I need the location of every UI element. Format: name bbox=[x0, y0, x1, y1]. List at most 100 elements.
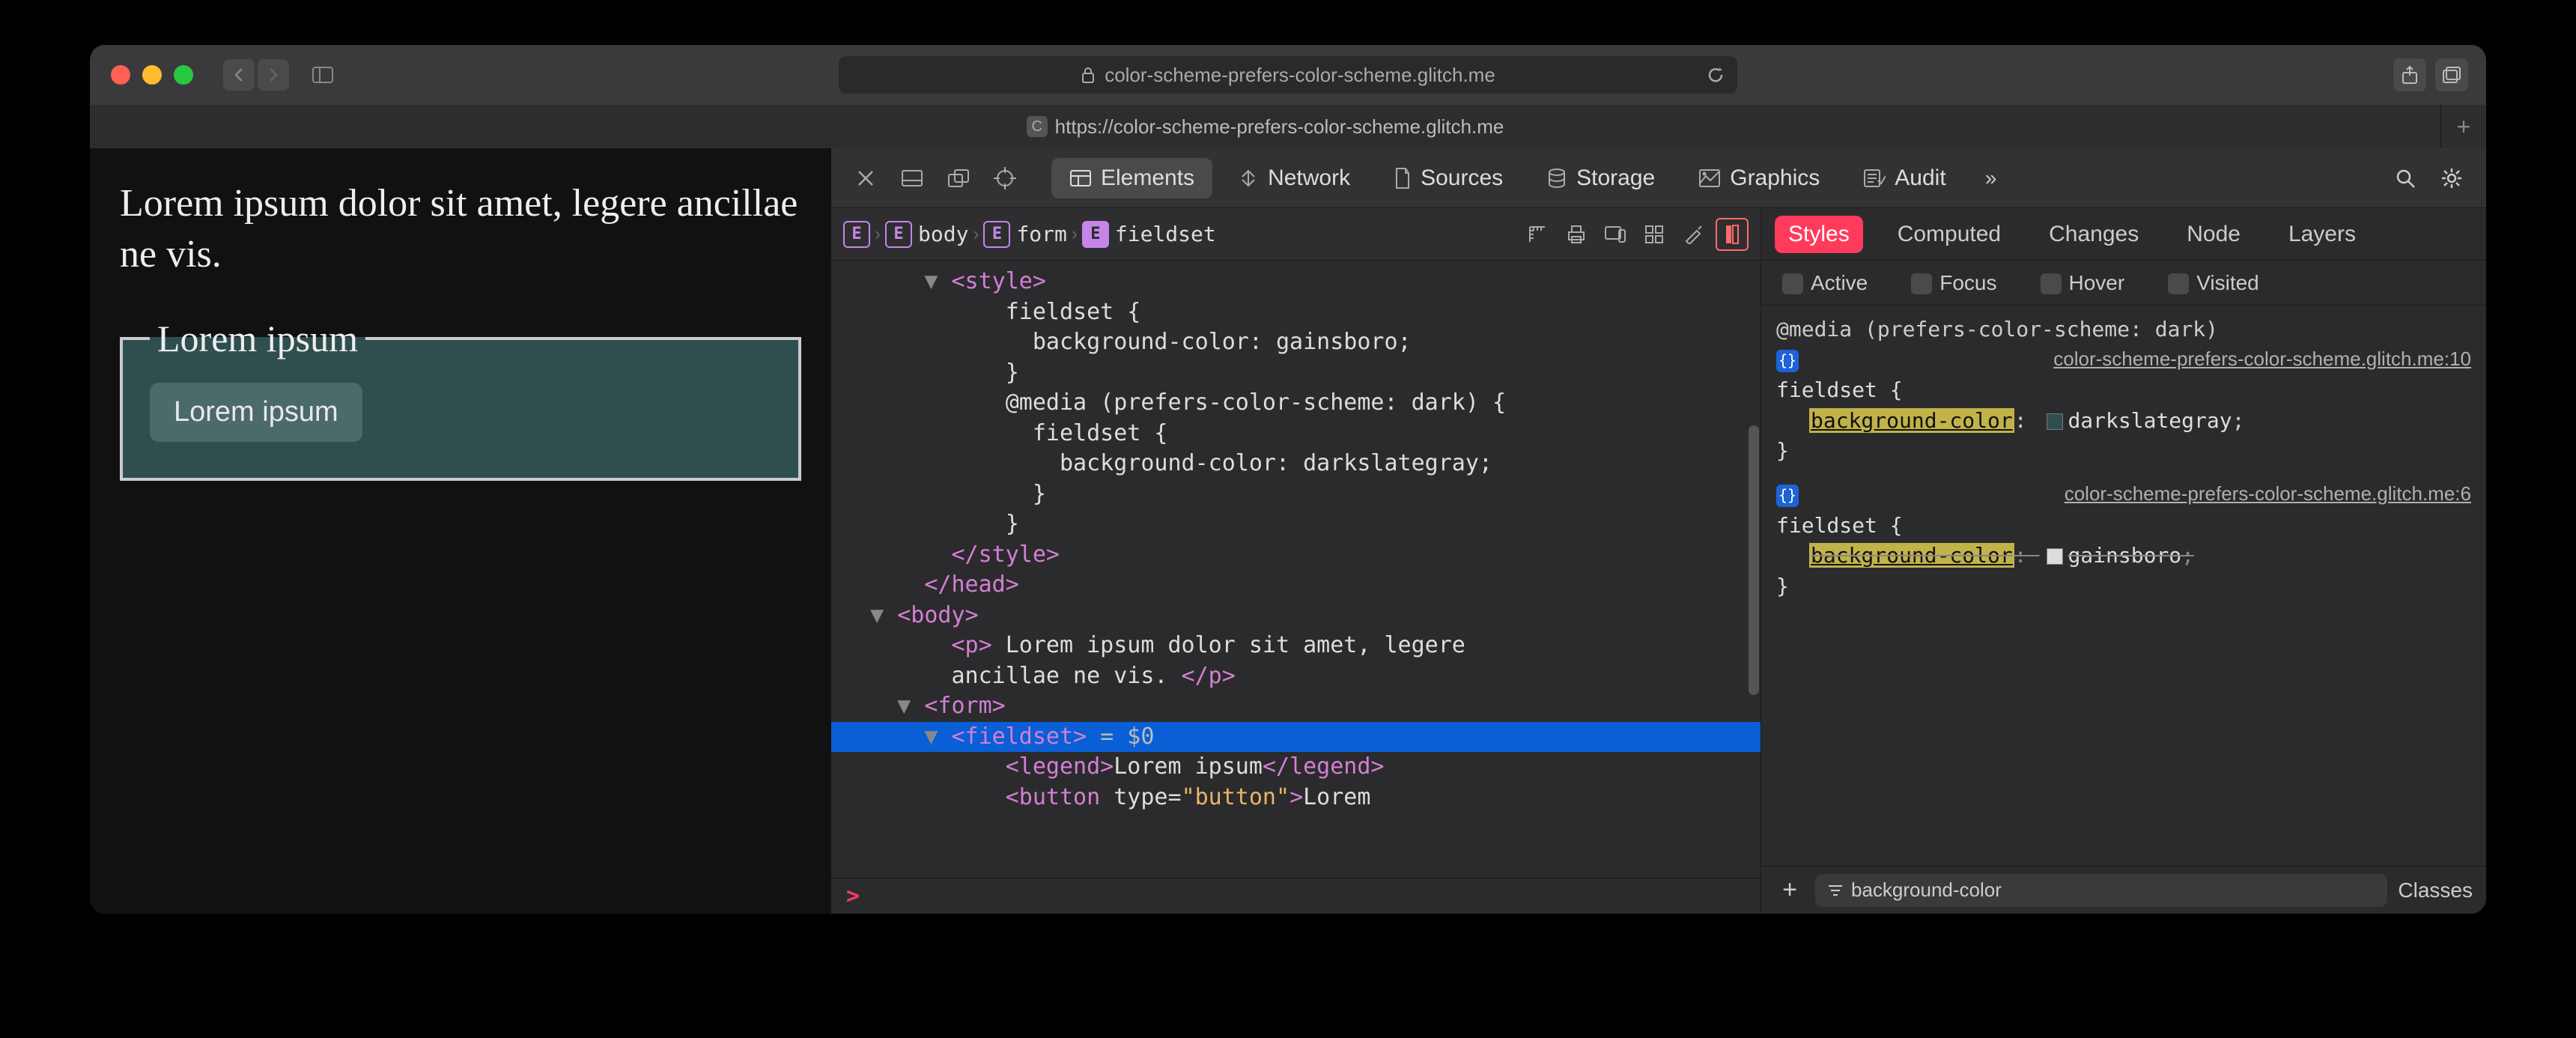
dom-node[interactable]: ▼ <style> bbox=[831, 267, 1761, 297]
share-button[interactable] bbox=[2393, 58, 2426, 91]
dom-node[interactable]: ancillae ne vis. </p> bbox=[831, 661, 1761, 692]
audit-icon bbox=[1863, 169, 1886, 188]
settings-button[interactable] bbox=[2432, 159, 2471, 198]
tab-storage-label: Storage bbox=[1576, 166, 1655, 191]
dom-node[interactable]: </style> bbox=[831, 540, 1761, 571]
pseudo-visited[interactable]: Visited bbox=[2168, 271, 2259, 295]
dom-node[interactable]: <p> Lorem ipsum dolor sit amet, legere bbox=[831, 631, 1761, 661]
elements-tools bbox=[1521, 218, 1749, 251]
graphics-icon bbox=[1698, 169, 1721, 188]
pseudo-focus[interactable]: Focus bbox=[1911, 271, 1996, 295]
checkbox-icon[interactable] bbox=[2168, 273, 2189, 294]
pseudo-hover[interactable]: Hover bbox=[2041, 271, 2125, 295]
close-window-button[interactable] bbox=[111, 65, 130, 85]
search-button[interactable] bbox=[2386, 159, 2425, 198]
minimize-window-button[interactable] bbox=[142, 65, 162, 85]
css-rules[interactable]: @media (prefers-color-scheme: dark){}col… bbox=[1761, 306, 2486, 866]
tab-storage[interactable]: Storage bbox=[1528, 158, 1673, 198]
dom-node[interactable]: background-color: darkslategray; bbox=[831, 449, 1761, 479]
dom-node[interactable]: fieldset { bbox=[831, 297, 1761, 328]
paint-icon[interactable] bbox=[1677, 218, 1710, 251]
styles-filter-input[interactable]: background-color bbox=[1815, 874, 2387, 907]
url-bar[interactable]: color-scheme-prefers-color-scheme.glitch… bbox=[839, 56, 1737, 94]
forward-button[interactable] bbox=[258, 59, 289, 91]
chevron-right-icon: › bbox=[875, 224, 881, 245]
checkbox-icon[interactable] bbox=[2041, 273, 2062, 294]
page-legend: Lorem ipsum bbox=[150, 317, 365, 360]
dom-breadcrumb: E › Ebody › Eform › Efieldset bbox=[831, 208, 1761, 261]
new-tab-button[interactable]: + bbox=[2441, 105, 2486, 148]
checkbox-icon[interactable] bbox=[1782, 273, 1803, 294]
styles-tab-computed[interactable]: Computed bbox=[1884, 216, 2014, 253]
dock-popout-icon[interactable] bbox=[939, 159, 978, 198]
dom-tree[interactable]: ▼ <style> fieldset { background-color: g… bbox=[831, 261, 1761, 878]
dom-node[interactable]: @media (prefers-color-scheme: dark) { bbox=[831, 388, 1761, 419]
tab-graphics[interactable]: Graphics bbox=[1680, 158, 1838, 198]
tab-elements[interactable]: Elements bbox=[1051, 158, 1212, 198]
grid-icon[interactable] bbox=[1638, 218, 1671, 251]
reload-button[interactable] bbox=[1706, 65, 1725, 85]
tabs-overflow[interactable]: » bbox=[1972, 159, 2011, 198]
css-rule[interactable]: @media (prefers-color-scheme: dark){}col… bbox=[1776, 315, 2471, 467]
source-link[interactable]: color-scheme-prefers-color-scheme.glitch… bbox=[2053, 345, 2471, 374]
zoom-window-button[interactable] bbox=[174, 65, 193, 85]
browser-tab[interactable]: C https://color-scheme-prefers-color-sch… bbox=[90, 105, 2441, 148]
classes-toggle[interactable]: Classes bbox=[2398, 878, 2473, 902]
dom-node[interactable]: ▼ <fieldset> = $0 bbox=[831, 722, 1761, 753]
dom-node[interactable]: background-color: gainsboro; bbox=[831, 327, 1761, 358]
page-fieldset: Lorem ipsum Lorem ipsum bbox=[120, 317, 801, 481]
scrollbar-thumb[interactable] bbox=[1749, 425, 1759, 695]
styles-tab-styles[interactable]: Styles bbox=[1775, 216, 1863, 253]
dom-node[interactable]: } bbox=[831, 509, 1761, 540]
color-swatch[interactable] bbox=[2047, 548, 2063, 565]
dom-node[interactable]: } bbox=[831, 479, 1761, 510]
crumb-root[interactable]: E bbox=[843, 221, 870, 248]
rule-source-icon[interactable]: {} bbox=[1776, 350, 1799, 372]
tabs-overview-button[interactable] bbox=[2435, 58, 2468, 91]
crumb-form[interactable]: Eform bbox=[983, 221, 1066, 248]
tab-bar: C https://color-scheme-prefers-color-sch… bbox=[90, 105, 2486, 148]
compositing-icon[interactable] bbox=[1716, 218, 1749, 251]
styles-tab-changes[interactable]: Changes bbox=[2035, 216, 2152, 253]
dom-node[interactable]: <legend>Lorem ipsum</legend> bbox=[831, 752, 1761, 783]
styles-panel: Styles Computed Changes Node Layers Acti… bbox=[1761, 208, 2486, 914]
page-button[interactable]: Lorem ipsum bbox=[150, 383, 362, 442]
pseudo-class-row: Active Focus Hover Visited bbox=[1761, 261, 2486, 306]
source-link[interactable]: color-scheme-prefers-color-scheme.glitch… bbox=[2065, 480, 2471, 509]
crumb-body[interactable]: Ebody bbox=[885, 221, 968, 248]
styles-tab-node[interactable]: Node bbox=[2173, 216, 2254, 253]
checkbox-icon[interactable] bbox=[1911, 273, 1932, 294]
dom-node[interactable]: </head> bbox=[831, 570, 1761, 601]
css-rule[interactable]: {} color-scheme-prefers-color-scheme.glit… bbox=[1776, 480, 2471, 601]
filter-value: background-color bbox=[1851, 878, 2002, 902]
inspect-element-button[interactable] bbox=[985, 159, 1024, 198]
styles-tab-layers[interactable]: Layers bbox=[2275, 216, 2369, 253]
dom-node[interactable]: <button type="button">Lorem bbox=[831, 783, 1761, 813]
network-icon bbox=[1238, 168, 1259, 189]
back-button[interactable] bbox=[223, 59, 255, 91]
close-devtools-button[interactable] bbox=[846, 159, 885, 198]
pseudo-active[interactable]: Active bbox=[1782, 271, 1868, 295]
new-rule-button[interactable]: + bbox=[1775, 875, 1805, 905]
chevron-right-icon: › bbox=[973, 224, 979, 245]
devtools-body: E › Ebody › Eform › Efieldset bbox=[831, 208, 2486, 914]
tab-network[interactable]: Network bbox=[1220, 158, 1368, 198]
crumb-fieldset[interactable]: Efieldset bbox=[1082, 221, 1216, 248]
dom-node[interactable]: fieldset { bbox=[831, 419, 1761, 449]
tab-sources[interactable]: Sources bbox=[1376, 158, 1521, 198]
console-strip[interactable]: > bbox=[831, 878, 1761, 914]
device-icon[interactable] bbox=[1599, 218, 1632, 251]
sidebar-toggle-button[interactable] bbox=[307, 59, 338, 91]
nav-buttons bbox=[223, 59, 289, 91]
layout-tool-icon[interactable] bbox=[1521, 218, 1554, 251]
dom-node[interactable]: } bbox=[831, 358, 1761, 389]
dom-node[interactable]: ▼ <form> bbox=[831, 691, 1761, 722]
tab-audit[interactable]: Audit bbox=[1845, 158, 1963, 198]
dock-bottom-icon[interactable] bbox=[893, 159, 932, 198]
color-swatch[interactable] bbox=[2047, 413, 2063, 430]
elements-icon bbox=[1069, 169, 1092, 187]
tab-audit-label: Audit bbox=[1895, 166, 1945, 191]
print-icon[interactable] bbox=[1560, 218, 1593, 251]
rule-source-icon[interactable]: {} bbox=[1776, 485, 1799, 507]
dom-node[interactable]: ▼ <body> bbox=[831, 601, 1761, 631]
